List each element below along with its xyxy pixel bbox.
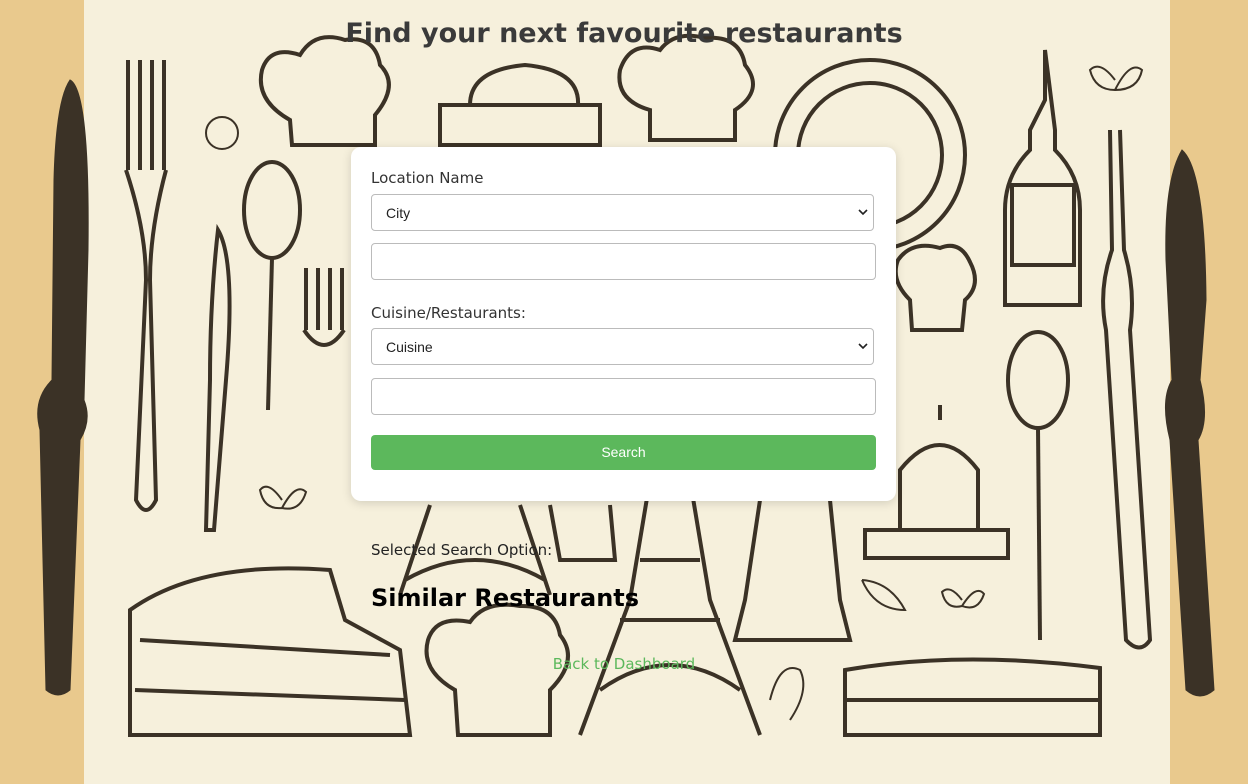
cuisine-label: Cuisine/Restaurants: xyxy=(371,304,526,322)
location-type-select[interactable]: City xyxy=(371,194,874,231)
selected-search-option: Selected Search Option: xyxy=(371,541,553,559)
location-input[interactable] xyxy=(371,243,876,280)
page-title: Find your next favourite restaurants xyxy=(345,18,903,49)
chevron-down-icon xyxy=(858,209,868,216)
chevron-down-icon xyxy=(858,343,868,350)
search-button[interactable]: Search xyxy=(371,435,876,470)
back-to-dashboard-link[interactable]: Back to Dashboard xyxy=(0,655,1248,673)
cuisine-type-select[interactable]: Cuisine xyxy=(371,328,874,365)
search-form-card: Location Name City Cuisine/Restaurants: … xyxy=(351,147,896,501)
location-label: Location Name xyxy=(371,169,484,187)
knife-icon xyxy=(1165,149,1215,697)
cuisine-type-value: Cuisine xyxy=(386,339,433,355)
location-type-value: City xyxy=(386,205,411,221)
similar-restaurants-heading: Similar Restaurants xyxy=(371,584,640,612)
cuisine-input[interactable] xyxy=(371,378,876,415)
knife-icon xyxy=(37,79,89,696)
